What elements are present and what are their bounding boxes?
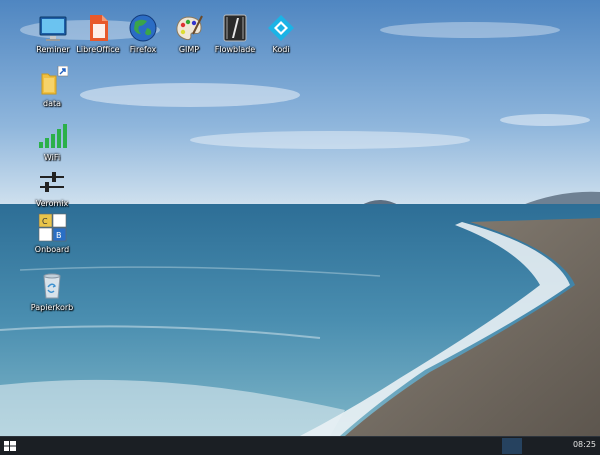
desktop-icon-label: Kodi — [272, 45, 290, 54]
desktop-icon-label: Onboard — [34, 245, 70, 254]
desktop-icon-label: Papierkorb — [30, 303, 74, 312]
start-button[interactable] — [2, 438, 18, 454]
taskbar-window-slot[interactable] — [502, 438, 522, 454]
mixer-sliders-icon — [40, 172, 64, 192]
desktop-icon-label: Veromix — [35, 199, 69, 208]
wifi-signal-icon — [39, 124, 67, 148]
taskbar-clock[interactable]: 08:25 — [573, 440, 596, 449]
monitor-icon — [39, 16, 67, 41]
flowblade-icon — [223, 14, 247, 42]
desktop-wallpaper — [0, 0, 600, 454]
desktop-icon-papierkorb[interactable]: Papierkorb — [20, 270, 84, 313]
taskbar: 08:25 — [0, 436, 600, 455]
libreoffice-icon — [90, 15, 108, 41]
keyboard-keys-icon: C B — [38, 213, 67, 242]
windows-logo-icon — [4, 441, 16, 451]
desktop-icon-onboard[interactable]: C B Onboard — [20, 212, 84, 255]
firefox-globe-icon — [129, 14, 157, 42]
gimp-palette-icon — [176, 15, 203, 41]
folder-shortcut-icon — [41, 66, 68, 95]
desktop-icon-wifi[interactable]: WiFi — [20, 120, 84, 163]
svg-text:B: B — [56, 231, 62, 240]
svg-text:C: C — [42, 217, 48, 226]
desktop-icon-veromix[interactable]: Veromix — [20, 166, 84, 209]
desktop-icon-label: WiFi — [43, 153, 61, 162]
desktop-icon-label: data — [42, 99, 62, 108]
trash-icon — [43, 273, 61, 299]
desktop-icon-kodi[interactable]: Kodi — [249, 12, 313, 55]
kodi-icon — [268, 15, 294, 41]
desktop-icon-data[interactable]: data — [20, 66, 84, 109]
